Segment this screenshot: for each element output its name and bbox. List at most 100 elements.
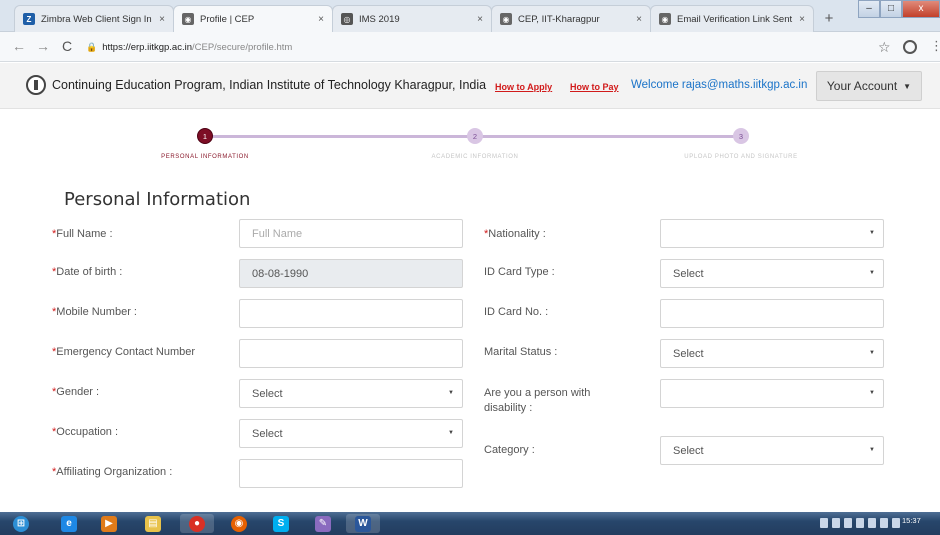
affiliating-organization-label: *Affiliating Organization :: [52, 466, 173, 478]
mobile-number-input[interactable]: [239, 299, 463, 328]
file-explorer-icon[interactable]: ▤: [136, 514, 170, 533]
secure-lock-icon: 🔒: [86, 41, 98, 52]
tab-title: Email Verification Link Sent: [677, 13, 793, 25]
chrome-icon[interactable]: ●: [180, 514, 214, 533]
id-card-type-select-value: Select: [673, 267, 704, 280]
select-caret-icon: ▼: [869, 270, 875, 276]
window-close-button[interactable]: x: [902, 0, 940, 18]
tab-title: Zimbra Web Client Sign In: [41, 13, 152, 25]
id-card-no-label: ID Card No. :: [484, 306, 549, 318]
category-select-value: Select: [673, 444, 704, 457]
browser-tab-strip: Z Zimbra Web Client Sign In × ◉ Profile …: [0, 0, 940, 32]
url-path: /CEP/secure/profile.htm: [192, 41, 293, 53]
step-3-label: UPLOAD PHOTO AND SIGNATURE: [684, 154, 798, 160]
emergency-contact-input[interactable]: [239, 339, 463, 368]
step-connector: [212, 135, 468, 138]
select-caret-icon: ▼: [448, 430, 454, 436]
marital-status-select[interactable]: Select ▼: [660, 339, 884, 368]
full-name-label: *Full Name :: [52, 228, 113, 240]
id-card-type-select[interactable]: Select ▼: [660, 259, 884, 288]
nationality-select[interactable]: ▼: [660, 219, 884, 248]
word-icon[interactable]: W: [346, 514, 380, 533]
internet-explorer-icon[interactable]: e: [52, 514, 86, 533]
category-label: Category :: [484, 444, 535, 456]
step-2-marker[interactable]: 2: [467, 128, 483, 144]
select-caret-icon: ▼: [869, 350, 875, 356]
registration-progress-steps: 1 2 3 PERSONAL INFORMATION ACADEMIC INFO…: [0, 126, 940, 176]
gender-select[interactable]: Select ▼: [239, 379, 463, 408]
tab-close-icon[interactable]: ×: [636, 14, 642, 25]
tray-icon[interactable]: [832, 518, 840, 528]
step-2-label: ACADEMIC INFORMATION: [431, 154, 519, 160]
firefox-icon[interactable]: ◉: [222, 514, 256, 533]
id-card-no-input[interactable]: [660, 299, 884, 328]
full-name-input[interactable]: Full Name: [239, 219, 463, 248]
tray-icon[interactable]: [868, 518, 876, 528]
tab-close-icon[interactable]: ×: [799, 14, 805, 25]
browser-tab-profile-cep[interactable]: ◉ Profile | CEP ×: [173, 5, 333, 32]
disability-select[interactable]: ▼: [660, 379, 884, 408]
how-to-apply-link[interactable]: How to Apply: [495, 82, 552, 92]
id-card-type-label: ID Card Type :: [484, 266, 555, 278]
browser-toolbar: ← → C 🔒 https://erp.iitkgp.ac.in/CEP/sec…: [0, 32, 940, 62]
window-controls: – □ x: [858, 0, 940, 20]
browser-tab-cep-iit[interactable]: ◉ CEP, IIT-Kharagpur ×: [491, 5, 651, 32]
reload-icon[interactable]: C: [62, 38, 72, 54]
zimbra-icon: Z: [23, 13, 35, 25]
browser-tab-ims-2019[interactable]: ◎ IMS 2019 ×: [332, 5, 492, 32]
your-account-dropdown-button[interactable]: Your Account ▼: [816, 71, 922, 101]
welcome-user-text: Welcome rajas@maths.iitkgp.ac.in: [631, 79, 808, 91]
step-3-marker[interactable]: 3: [733, 128, 749, 144]
browser-tab-zimbra[interactable]: Z Zimbra Web Client Sign In ×: [14, 5, 174, 32]
site-header: Continuing Education Program, Indian Ins…: [0, 63, 940, 109]
system-tray[interactable]: [820, 518, 900, 528]
select-caret-icon: ▼: [448, 390, 454, 396]
taskbar-clock[interactable]: 15:37: [902, 516, 921, 525]
windows-media-player-icon[interactable]: ▶: [92, 514, 126, 533]
globe-icon: ◎: [341, 13, 353, 25]
maximize-button[interactable]: □: [880, 0, 902, 18]
select-caret-icon: ▼: [869, 447, 875, 453]
windows-start-icon[interactable]: ⊞: [4, 514, 38, 533]
affiliating-organization-input[interactable]: [239, 459, 463, 488]
tray-icon[interactable]: [892, 518, 900, 528]
category-select[interactable]: Select ▼: [660, 436, 884, 465]
tab-close-icon[interactable]: ×: [159, 14, 165, 25]
mobile-number-label: *Mobile Number :: [52, 306, 137, 318]
account-button-label: Your Account: [826, 79, 898, 93]
tray-icon[interactable]: [820, 518, 828, 528]
select-caret-icon: ▼: [869, 390, 875, 396]
step-1-marker[interactable]: 1: [197, 128, 213, 144]
tab-close-icon[interactable]: ×: [318, 14, 324, 25]
occupation-select-value: Select: [252, 427, 283, 440]
tray-icon[interactable]: [844, 518, 852, 528]
tab-title: CEP, IIT-Kharagpur: [518, 13, 600, 25]
iit-kgp-logo-icon[interactable]: [26, 75, 46, 95]
occupation-label: *Occupation :: [52, 426, 119, 438]
url-host: https://erp.iitkgp.ac.in: [102, 41, 192, 53]
skype-icon[interactable]: S: [264, 514, 298, 533]
url-bar[interactable]: 🔒 https://erp.iitkgp.ac.in/CEP/secure/pr…: [86, 37, 861, 57]
profile-icon[interactable]: [903, 40, 917, 54]
date-of-birth-input[interactable]: 08-08-1990: [239, 259, 463, 288]
minimize-button[interactable]: –: [858, 0, 880, 18]
marital-status-label: Marital Status :: [484, 346, 558, 358]
browser-tab-email-verification[interactable]: ◉ Email Verification Link Sent ×: [650, 5, 814, 32]
step-1-label: PERSONAL INFORMATION: [161, 154, 249, 160]
how-to-pay-link[interactable]: How to Pay: [570, 82, 619, 92]
forward-icon[interactable]: →: [36, 38, 50, 54]
tab-close-icon[interactable]: ×: [477, 14, 483, 25]
occupation-select[interactable]: Select ▼: [239, 419, 463, 448]
back-icon[interactable]: ←: [12, 38, 26, 54]
tab-title: IMS 2019: [359, 13, 400, 25]
browser-menu-icon[interactable]: ⋮: [930, 38, 940, 54]
tray-icon[interactable]: [880, 518, 888, 528]
new-tab-button[interactable]: +: [820, 10, 838, 28]
paint-icon[interactable]: ✎: [306, 514, 340, 533]
gender-label: *Gender :: [52, 386, 100, 398]
site-brand-title[interactable]: Continuing Education Program, Indian Ins…: [52, 78, 486, 92]
section-title: Personal Information: [64, 189, 251, 210]
disability-label: Are you a person with disability :: [484, 387, 591, 414]
tray-icon[interactable]: [856, 518, 864, 528]
bookmark-star-icon[interactable]: ☆: [878, 39, 891, 56]
